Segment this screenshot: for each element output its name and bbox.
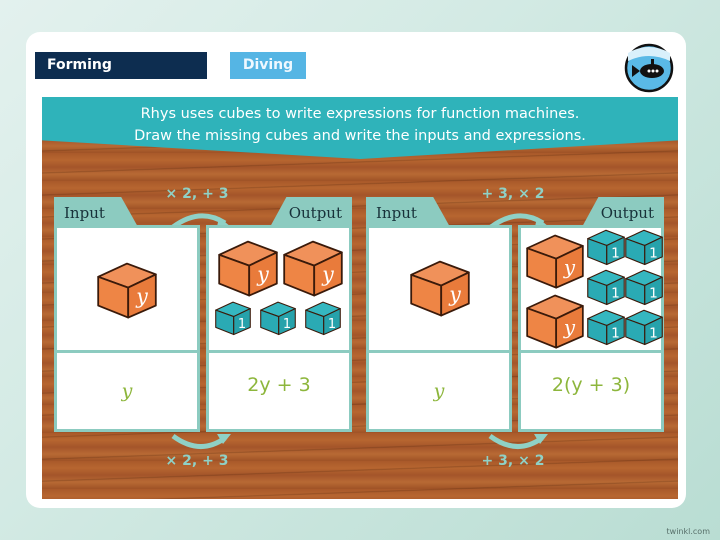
svg-text:1: 1 bbox=[328, 317, 336, 332]
machine-2-output-expression: 2(y + 3) bbox=[551, 374, 631, 396]
machine-1-output-y-cube: y bbox=[218, 240, 278, 297]
machine-2-operation-bottom: + 3, × 2 bbox=[481, 453, 545, 469]
machine-1-input-y-cube: y bbox=[97, 262, 157, 319]
svg-text:y: y bbox=[563, 256, 576, 279]
svg-text:1: 1 bbox=[238, 317, 246, 332]
machine-1-output-expression: 2y + 3 bbox=[247, 374, 311, 396]
svg-text:y: y bbox=[448, 282, 461, 306]
machine-2-output-unit-cube: 1 bbox=[625, 309, 663, 346]
machine-2-output-unit-cube: 1 bbox=[625, 229, 663, 266]
svg-text:1: 1 bbox=[611, 326, 620, 342]
machine-2-operation-top: + 3, × 2 bbox=[481, 186, 545, 202]
machine-1-operation-top: × 2, + 3 bbox=[165, 186, 229, 202]
machine-2-output-unit-cube: 1 bbox=[587, 229, 625, 266]
machine-1-output-unit-cube: 1 bbox=[305, 301, 341, 336]
svg-text:y: y bbox=[135, 284, 148, 308]
svg-text:y: y bbox=[321, 262, 334, 286]
machine-2-output-y-cube: y bbox=[526, 294, 584, 349]
machine-2-output-unit-cube: 1 bbox=[587, 309, 625, 346]
svg-text:1: 1 bbox=[649, 246, 658, 262]
brand-footer: twinkl.com bbox=[666, 527, 710, 536]
submarine-icon bbox=[624, 43, 674, 93]
machine-2-output-unit-cube: 1 bbox=[587, 269, 625, 306]
difficulty-tab: Diving bbox=[230, 52, 306, 79]
svg-text:1: 1 bbox=[611, 246, 620, 262]
svg-text:1: 1 bbox=[283, 317, 291, 332]
machine-2-input-y-cube: y bbox=[410, 260, 470, 317]
machine-1-output-unit-cube: 1 bbox=[260, 301, 296, 336]
svg-text:1: 1 bbox=[611, 286, 620, 302]
svg-text:1: 1 bbox=[649, 286, 658, 302]
machine-1-operation-bottom: × 2, + 3 bbox=[165, 453, 229, 469]
svg-text:1: 1 bbox=[649, 326, 658, 342]
machine-1-output-unit-cube: 1 bbox=[215, 301, 251, 336]
title-tab: Forming Expressions bbox=[35, 52, 207, 100]
instruction-line-2: Draw the missing cubes and write the inp… bbox=[134, 128, 586, 144]
machine-2-output-unit-cube: 1 bbox=[625, 269, 663, 306]
svg-text:y: y bbox=[256, 262, 269, 286]
instruction-line-1: Rhys uses cubes to write expressions for… bbox=[140, 106, 580, 122]
machine-2-input-expression: y bbox=[433, 380, 445, 402]
machine-1-input-expression: y bbox=[121, 380, 133, 402]
machine-1-output-y-cube: y bbox=[283, 240, 343, 297]
svg-text:y: y bbox=[563, 316, 576, 339]
machine-2-output-y-cube: y bbox=[526, 234, 584, 289]
